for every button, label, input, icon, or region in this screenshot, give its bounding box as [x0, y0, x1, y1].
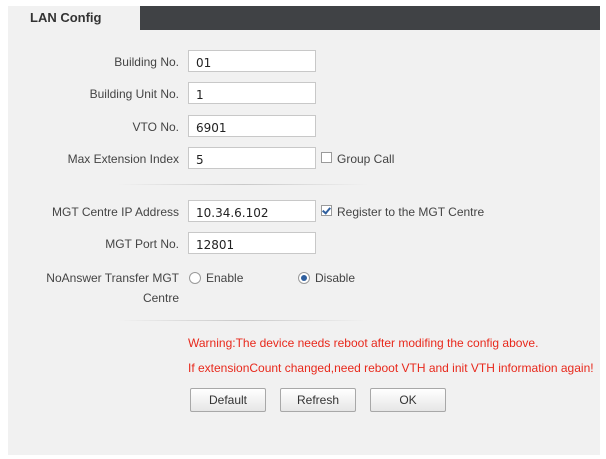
register-mgt-label: Register to the MGT Centre [337, 205, 485, 219]
enable-radio[interactable] [189, 272, 201, 284]
max-extension-index-label: Max Extension Index [67, 152, 179, 166]
vto-no-row: VTO No. [8, 115, 600, 139]
mgt-centre-ip-input[interactable] [188, 200, 316, 222]
vto-no-label: VTO No. [132, 120, 179, 134]
refresh-button[interactable]: Refresh [280, 388, 356, 412]
building-unit-no-row: Building Unit No. [8, 82, 600, 106]
vto-no-input[interactable] [188, 115, 316, 137]
mgt-port-no-input[interactable] [188, 232, 316, 254]
group-call-label: Group Call [337, 152, 395, 166]
mgt-centre-ip-label: MGT Centre IP Address [52, 205, 179, 219]
noanswer-transfer-row: Enable Disable [8, 266, 600, 290]
register-mgt-checkbox[interactable] [321, 205, 332, 216]
building-no-label: Building No. [114, 55, 179, 69]
disable-radio[interactable] [298, 272, 310, 284]
ok-button[interactable]: OK [370, 388, 446, 412]
mgt-centre-ip-row: MGT Centre IP Address Register to the MG… [8, 200, 600, 224]
building-no-row: Building No. [8, 50, 600, 74]
section-divider [118, 184, 368, 185]
warning-extension-text: If extensionCount changed,need reboot VT… [188, 361, 594, 375]
group-call-checkbox[interactable] [321, 152, 332, 163]
building-unit-no-input[interactable] [188, 82, 316, 104]
building-unit-no-label: Building Unit No. [89, 87, 179, 101]
mgt-port-no-row: MGT Port No. [8, 232, 600, 256]
disable-radio-label: Disable [315, 271, 356, 285]
noanswer-transfer-label-line2: Centre [142, 291, 179, 305]
lan-config-panel: LAN Config Building No. Building Unit No… [8, 6, 600, 455]
max-extension-index-row: Max Extension Index Group Call [8, 147, 600, 171]
section-divider-2 [118, 320, 368, 321]
tab-lan-config[interactable]: LAN Config [8, 6, 140, 32]
mgt-port-no-label: MGT Port No. [105, 237, 179, 251]
enable-radio-label: Enable [206, 271, 244, 285]
building-no-input[interactable] [188, 50, 316, 72]
default-button[interactable]: Default [190, 388, 266, 412]
warning-reboot-text: Warning:The device needs reboot after mo… [188, 336, 539, 350]
max-extension-index-input[interactable] [188, 147, 316, 169]
